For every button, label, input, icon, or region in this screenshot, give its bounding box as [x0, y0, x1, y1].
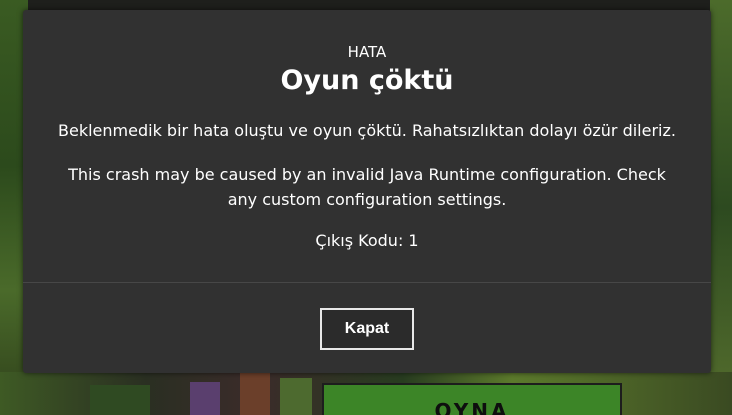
play-button: OYNA	[322, 383, 622, 415]
dialog-detail: This crash may be caused by an invalid J…	[68, 165, 666, 209]
background-character	[190, 382, 220, 415]
crash-dialog: HATA Oyun çöktü Beklenmedik bir hata olu…	[23, 10, 711, 373]
background-block-right	[710, 0, 732, 415]
close-button[interactable]: Kapat	[320, 308, 414, 350]
background-block	[280, 378, 312, 415]
exit-code: Çıkış Kodu: 1	[315, 231, 419, 250]
background-character-2	[240, 370, 270, 415]
background-foliage	[90, 385, 150, 415]
dialog-divider	[23, 282, 711, 283]
dialog-message: Beklenmedik bir hata oluştu ve oyun çökt…	[58, 121, 676, 140]
dialog-title: Oyun çöktü	[280, 65, 454, 96]
dialog-eyebrow: HATA	[347, 43, 387, 61]
